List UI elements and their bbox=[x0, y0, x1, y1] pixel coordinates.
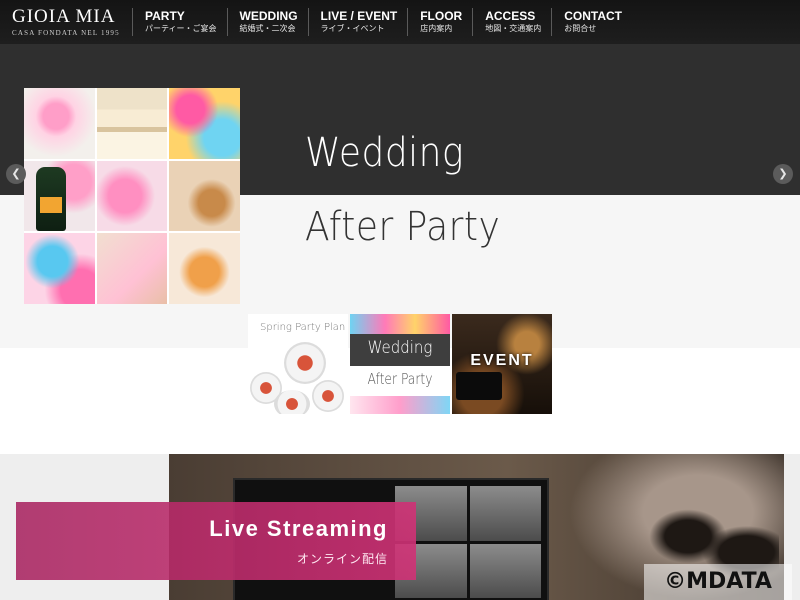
copyright-watermark: ©MDATA bbox=[644, 564, 792, 600]
nav-label: ACCESS bbox=[485, 9, 536, 23]
chevron-left-icon: ❮ bbox=[11, 168, 21, 180]
logo-text: GIOIA MIA bbox=[12, 6, 116, 27]
nav-item-wedding[interactable]: WEDDING 結婚式・二次会 bbox=[226, 8, 308, 36]
food-plate bbox=[274, 390, 310, 414]
collage-photo bbox=[96, 88, 168, 159]
nav-sublabel: 店内案内 bbox=[420, 24, 453, 33]
thumbnail-subtitle: After Party bbox=[367, 370, 433, 388]
nav-sublabel: 地図・交通案内 bbox=[485, 24, 542, 33]
piano-icon bbox=[456, 372, 502, 400]
thumbnail-spring-party-plan[interactable]: Spring Party Plan bbox=[248, 314, 348, 414]
logo-tagline: CASA FONDATA NEL 1995 bbox=[12, 29, 120, 37]
collage-photo bbox=[169, 233, 240, 304]
slider-prev-button[interactable]: ❮ bbox=[6, 164, 26, 184]
food-plate bbox=[284, 342, 326, 384]
nav-sublabel: パーティー・ご宴会 bbox=[145, 24, 217, 33]
chevron-right-icon: ❯ bbox=[778, 168, 788, 180]
nav-label: CONTACT bbox=[564, 9, 622, 23]
champagne-bottle-icon bbox=[36, 166, 66, 231]
nav-label: LIVE / EVENT bbox=[320, 9, 398, 23]
collage-photo bbox=[24, 88, 95, 159]
site-logo[interactable]: GIOIA MIA CASA FONDATA NEL 1995 bbox=[12, 6, 120, 38]
nav-sublabel: ライブ・イベント bbox=[320, 24, 385, 33]
main-nav: PARTY パーティー・ご宴会 WEDDING 結婚式・二次会 LIVE / E… bbox=[132, 8, 632, 38]
thumbnail-title: Wedding bbox=[367, 338, 433, 358]
nav-item-party[interactable]: PARTY パーティー・ご宴会 bbox=[132, 8, 227, 36]
hero-title: Wedding bbox=[305, 130, 464, 176]
collage-photo bbox=[24, 233, 95, 304]
thumbnail-title: EVENT bbox=[470, 352, 534, 369]
nav-label: PARTY bbox=[145, 9, 185, 23]
hero-slider: Wedding After Party ❮ ❯ bbox=[0, 44, 800, 348]
bottle-label bbox=[40, 196, 62, 213]
collage-photo-champagne bbox=[24, 160, 95, 232]
live-streaming-title: Live Streaming bbox=[209, 516, 388, 541]
nav-item-access[interactable]: ACCESS 地図・交通案内 bbox=[472, 8, 551, 36]
thumbnail-wedding-after-party[interactable]: Wedding After Party bbox=[350, 314, 450, 414]
live-streaming-subtitle: オンライン配信 bbox=[296, 552, 388, 566]
slider-thumbnails: Spring Party Plan Wedding After Party EV… bbox=[248, 314, 552, 414]
slider-next-button[interactable]: ❯ bbox=[773, 164, 793, 184]
nav-sublabel: お問合せ bbox=[564, 24, 597, 33]
flower-photo bbox=[350, 396, 450, 414]
nav-sublabel: 結婚式・二次会 bbox=[239, 24, 296, 33]
thumbnail-title: Spring Party Plan bbox=[260, 322, 346, 333]
nav-label: WEDDING bbox=[239, 9, 298, 23]
collage-photo bbox=[169, 160, 240, 232]
collage-photo bbox=[96, 233, 168, 304]
monitor-grid bbox=[395, 486, 541, 598]
flower-photo bbox=[350, 314, 450, 334]
live-streaming-banner[interactable]: Live Streaming オンライン配信 bbox=[16, 502, 416, 580]
food-plate bbox=[312, 380, 344, 412]
hero-photo-collage bbox=[24, 88, 240, 304]
nav-item-live-event[interactable]: LIVE / EVENT ライブ・イベント bbox=[307, 8, 408, 36]
collage-photo bbox=[96, 160, 168, 232]
collage-photo bbox=[169, 88, 240, 159]
thumbnail-event[interactable]: EVENT bbox=[452, 314, 552, 414]
hero-subtitle: After Party bbox=[305, 204, 501, 250]
nav-item-floor[interactable]: FLOOR 店内案内 bbox=[407, 8, 472, 36]
nav-label: FLOOR bbox=[420, 9, 463, 23]
nav-item-contact[interactable]: CONTACT お問合せ bbox=[551, 8, 632, 36]
site-header: GIOIA MIA CASA FONDATA NEL 1995 PARTY パー… bbox=[0, 0, 800, 44]
